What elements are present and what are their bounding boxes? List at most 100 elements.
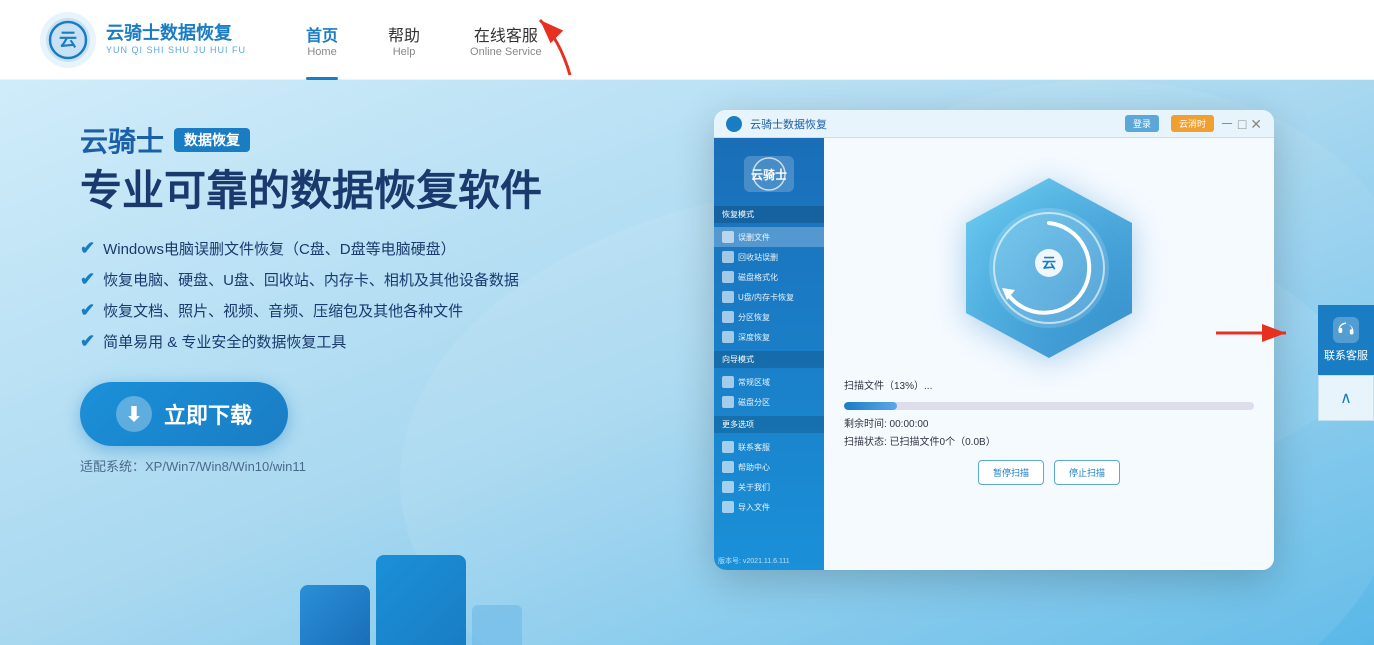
logo-icon: 云: [40, 12, 96, 68]
download-label: 立即下载: [164, 398, 252, 430]
sw-menu-disk[interactable]: 磁盘分区: [714, 392, 824, 412]
sw-menu-icon-12: [722, 501, 734, 513]
software-window: 云骑士数据恢复 登录 云消时 － □ ✕ 云骑士: [714, 110, 1274, 570]
sw-menu-icon-6: [722, 331, 734, 343]
scan-text: 扫描文件（13%）...: [844, 378, 1254, 396]
svg-text:云: 云: [59, 30, 77, 50]
brand-badge: 数据恢复: [174, 128, 250, 152]
sw-menu-label-7: 常规区域: [738, 377, 770, 388]
nav-home-cn: 首页: [306, 22, 338, 46]
headset-icon: [1333, 317, 1359, 343]
feature-text-3: 恢复文档、照片、视频、音频、压缩包及其他各种文件: [103, 300, 463, 321]
compat-text: 适配系统：XP/Win7/Win8/Win10/win11: [80, 456, 620, 475]
sw-menu-label-2: 回收站误删: [738, 252, 778, 263]
sw-section-3: 更多选项: [714, 416, 824, 433]
pause-scan-button[interactable]: 暂停扫描: [978, 460, 1044, 485]
side-panel: 联系客服 ∧: [1318, 305, 1374, 421]
logo-text: 云骑士数据恢复 YUN QI SHI SHU JU HUI FU: [106, 23, 246, 55]
features-list: ✔ Windows电脑误删文件恢复（C盘、D盘等电脑硬盘） ✔ 恢复电脑、硬盘、…: [80, 238, 620, 352]
svg-text:云: 云: [1042, 255, 1056, 271]
check-icon-4: ✔: [80, 331, 95, 352]
sw-body: 云骑士 恢复模式 误删文件 回收站误删: [714, 138, 1274, 570]
stop-scan-button[interactable]: 停止扫描: [1054, 460, 1120, 485]
sw-titlebar: 云骑士数据恢复 登录 云消时 － □ ✕: [714, 110, 1274, 138]
sw-menu-icon-8: [722, 396, 734, 408]
sw-menu-partition[interactable]: 分区恢复: [714, 307, 824, 327]
sw-menu-label-1: 误删文件: [738, 232, 770, 243]
sw-menu-helpcenter[interactable]: 帮助中心: [714, 457, 824, 477]
feature-text-2: 恢复电脑、硬盘、U盘、回收站、内存卡、相机及其他设备数据: [103, 269, 519, 290]
scan-time: 剩余时间: 00:00:00: [844, 416, 1254, 434]
scroll-top-button[interactable]: ∧: [1318, 375, 1374, 421]
scan-status: 扫描状态: 已扫描文件0个（0.0B）: [844, 434, 1254, 452]
sw-title-right: 登录 云消时 － □ ✕: [1125, 114, 1262, 134]
sw-menu-about[interactable]: 关于我们: [714, 477, 824, 497]
sw-version: 版本号: v2021.11.6.111: [718, 556, 790, 566]
header-arrow: [510, 10, 590, 85]
deco-box-2: [376, 555, 466, 645]
scan-stats: 扫描文件（13%）... 剩余时间: 00:00:00 扫描状态: 已扫描文件0…: [844, 378, 1254, 452]
feature-text-4: 简单易用 & 专业安全的数据恢复工具: [103, 331, 346, 352]
sw-menu-icon-1: [722, 231, 734, 243]
sw-menu-label-3: 磁盘格式化: [738, 272, 778, 283]
sw-menu-label-11: 关于我们: [738, 482, 770, 493]
sw-title-left: 云骑士数据恢复: [726, 116, 827, 132]
nav-help[interactable]: 帮助 Help: [388, 22, 420, 58]
sw-menu-icon-10: [722, 461, 734, 473]
sw-vip-btn[interactable]: 云消时: [1171, 115, 1214, 132]
sw-login-btn[interactable]: 登录: [1125, 115, 1159, 132]
nav-home-en: Home: [307, 46, 336, 58]
sw-menu-recycle[interactable]: 回收站误删: [714, 247, 824, 267]
sw-menu-label-6: 深度恢复: [738, 332, 770, 343]
sw-menu-icon-4: [722, 291, 734, 303]
sw-menu-label-8: 磁盘分区: [738, 397, 770, 408]
logo-main-text: 云骑士数据恢复: [106, 23, 246, 45]
sw-menu-icon-5: [722, 311, 734, 323]
nav-help-en: Help: [393, 46, 416, 58]
title-row: 云骑士 数据恢复: [80, 120, 620, 160]
check-icon-3: ✔: [80, 300, 95, 321]
check-icon-1: ✔: [80, 238, 95, 259]
nav-home[interactable]: 首页 Home: [306, 22, 338, 58]
sw-menu-label-5: 分区恢复: [738, 312, 770, 323]
sw-title-logo: [726, 116, 742, 132]
brand-name: 云骑士: [80, 120, 164, 160]
contact-service-button[interactable]: 联系客服: [1318, 305, 1374, 375]
sw-menu-recover-file[interactable]: 误删文件: [714, 227, 824, 247]
hex-svg: 云: [949, 168, 1149, 368]
scroll-top-icon: ∧: [1340, 388, 1352, 408]
sw-menu-label-10: 帮助中心: [738, 462, 770, 473]
main-nav: 首页 Home 帮助 Help 在线客服 Online Service: [306, 22, 542, 58]
download-button[interactable]: ⬇ 立即下载: [80, 382, 288, 446]
feature-item-4: ✔ 简单易用 & 专业安全的数据恢复工具: [80, 331, 620, 352]
sw-menu-format[interactable]: 磁盘格式化: [714, 267, 824, 287]
main-section: 云骑士 数据恢复 专业可靠的数据恢复软件 ✔ Windows电脑误删文件恢复（C…: [0, 80, 1374, 645]
progress-bar-fill: [844, 402, 897, 410]
contact-label: 联系客服: [1324, 347, 1368, 363]
sw-sidebar: 云骑士 恢复模式 误删文件 回收站误删: [714, 138, 824, 570]
nav-help-cn: 帮助: [388, 22, 420, 46]
logo: 云 云骑士数据恢复 YUN QI SHI SHU JU HUI FU: [40, 12, 246, 68]
sw-menu-icon-11: [722, 481, 734, 493]
sw-section-1: 恢复模式: [714, 206, 824, 223]
progress-bar: [844, 402, 1254, 410]
sw-controls: － □ ✕: [1220, 114, 1262, 134]
sw-menu-label-9: 联系客服: [738, 442, 770, 453]
hex-container: 云: [949, 168, 1149, 368]
check-icon-2: ✔: [80, 269, 95, 290]
sw-menu-icon-3: [722, 271, 734, 283]
sw-main-panel: 云 扫描文件（13%）... 剩余时间: 00:00:00 扫描状态: 已扫描文…: [824, 138, 1274, 570]
sw-menu-import[interactable]: 导入文件: [714, 497, 824, 517]
main-title: 专业可靠的数据恢复软件: [80, 168, 620, 214]
header: 云 云骑士数据恢复 YUN QI SHI SHU JU HUI FU 首页 Ho…: [0, 0, 1374, 80]
feature-item-2: ✔ 恢复电脑、硬盘、U盘、回收站、内存卡、相机及其他设备数据: [80, 269, 620, 290]
logo-sub-text: YUN QI SHI SHU JU HUI FU: [106, 45, 246, 56]
sw-menu-label-4: U盘/内存卡恢复: [738, 292, 794, 303]
sw-logo-area: 云骑士: [714, 148, 824, 200]
sw-menu-contact[interactable]: 联系客服: [714, 437, 824, 457]
sw-menu-deep[interactable]: 深度恢复: [714, 327, 824, 347]
sw-title-text: 云骑士数据恢复: [750, 116, 827, 132]
sw-menu-common[interactable]: 常规区域: [714, 372, 824, 392]
sw-menu-label-12: 导入文件: [738, 502, 770, 513]
sw-menu-usb[interactable]: U盘/内存卡恢复: [714, 287, 824, 307]
